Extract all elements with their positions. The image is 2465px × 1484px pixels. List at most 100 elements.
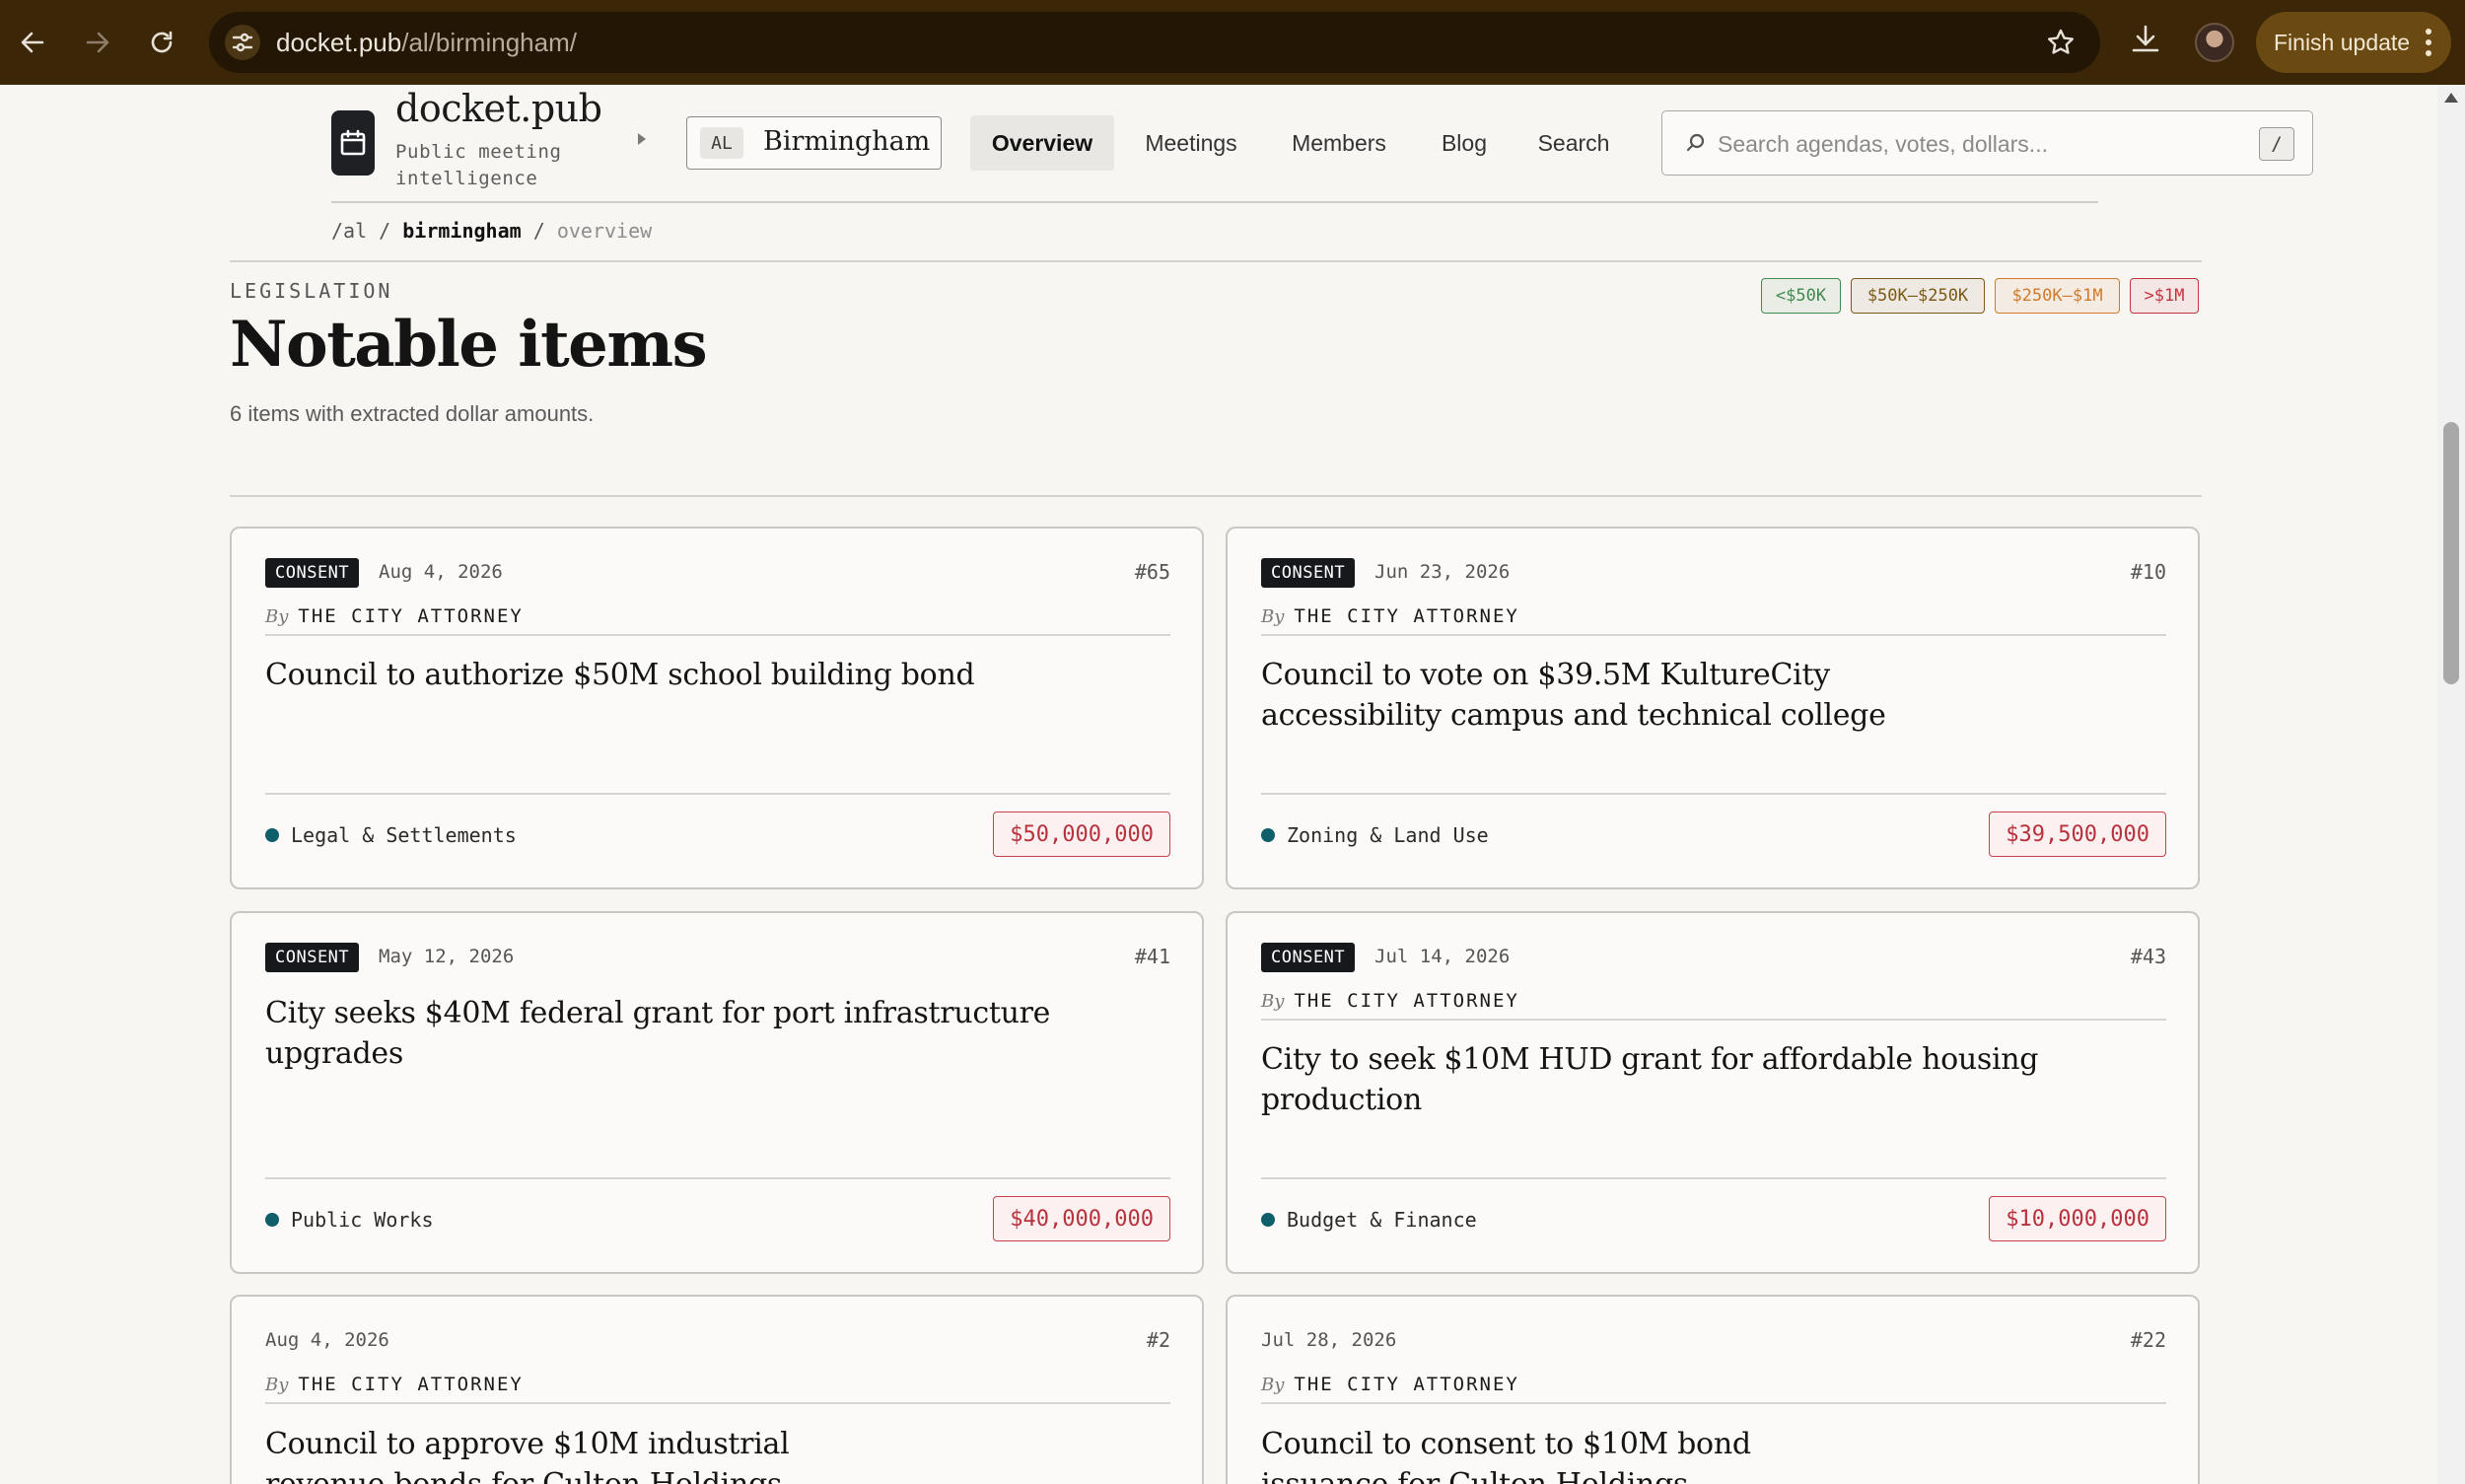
url-path: /al/birmingham/ — [401, 28, 577, 57]
item-date: Aug 4, 2026 — [265, 1329, 389, 1351]
item-date: May 12, 2026 — [379, 946, 515, 967]
section-divider — [230, 495, 2202, 497]
downloads-button[interactable] — [2128, 22, 2169, 63]
category-label: Public Works — [291, 1208, 434, 1232]
legend-over-1m: >$1M — [2130, 278, 2199, 314]
dollar-amount-badge: $39,500,000 — [1989, 812, 2166, 857]
nav-meetings[interactable]: Meetings — [1130, 115, 1252, 171]
caret-right-icon — [638, 133, 646, 145]
scroll-up-arrow-icon[interactable] — [2444, 93, 2458, 103]
item-title[interactable]: Council to vote on $39.5M KultureCity ac… — [1261, 655, 1912, 736]
url-host: docket.pub — [276, 28, 402, 57]
section-eyebrow: LEGISLATION — [230, 279, 393, 303]
calendar-icon — [340, 129, 366, 156]
card-footer-divider — [1261, 793, 2166, 795]
star-icon — [2048, 29, 2074, 54]
nav-overview[interactable]: Overview — [970, 115, 1114, 171]
search-input[interactable] — [1718, 125, 2230, 163]
byline-prefix: By — [1261, 1375, 1285, 1395]
search-box[interactable]: / — [1661, 110, 2313, 176]
item-title[interactable]: City to seek $10M HUD grant for affordab… — [1261, 1039, 2166, 1120]
brand-name[interactable]: docket.pub — [395, 87, 602, 130]
item-title[interactable]: Council to consent to $10M bond issuance… — [1261, 1424, 1872, 1484]
browser-toolbar: docket.pub/al/birmingham/ Finish update — [0, 0, 2465, 85]
consent-badge: CONSENT — [265, 558, 360, 588]
city-picker[interactable]: AL Birmingham — [686, 116, 942, 170]
address-bar[interactable]: docket.pub/al/birmingham/ — [209, 12, 2100, 73]
reload-button[interactable] — [141, 22, 182, 63]
legend-250k-1m: $250K–$1M — [1995, 278, 2120, 314]
item-date: Aug 4, 2026 — [379, 561, 503, 583]
item-card[interactable]: Aug 4, 2026 #2 By THE CITY ATTORNEY Counc… — [230, 1295, 1204, 1484]
item-category: Zoning & Land Use — [1261, 823, 1489, 847]
item-card[interactable]: Jul 28, 2026 #22 By THE CITY ATTORNEY Cou… — [1226, 1295, 2200, 1484]
item-byline: By THE CITY ATTORNEY — [1261, 990, 1519, 1012]
category-dot — [1261, 1213, 1275, 1227]
item-date: Jul 28, 2026 — [1261, 1329, 1397, 1351]
keyboard-shortcut-hint: / — [2259, 127, 2294, 161]
site-info-button[interactable] — [225, 25, 260, 60]
breadcrumb-state[interactable]: /al — [331, 219, 367, 243]
scrollbar-thumb[interactable] — [2443, 422, 2459, 684]
breadcrumb-city[interactable]: birmingham — [402, 219, 521, 243]
search-icon — [1684, 131, 1708, 155]
item-card[interactable]: CONSENT Jun 23, 2026 #10 By THE CITY ATTO… — [1226, 527, 2200, 889]
item-date: Jun 23, 2026 — [1374, 561, 1511, 583]
card-footer-divider — [265, 793, 1170, 795]
item-category: Public Works — [265, 1208, 434, 1232]
item-number: #2 — [1146, 1328, 1170, 1352]
nav-search[interactable]: Search — [1526, 115, 1621, 171]
item-byline: By THE CITY ATTORNEY — [265, 1374, 524, 1395]
category-label: Legal & Settlements — [291, 823, 517, 847]
city-name: Birmingham — [763, 126, 931, 157]
byline-sponsor: THE CITY ATTORNEY — [1294, 605, 1519, 627]
category-dot — [265, 1213, 279, 1227]
item-number: #43 — [2130, 945, 2166, 968]
byline-prefix: By — [265, 1375, 289, 1395]
item-card[interactable]: CONSENT May 12, 2026 #41 City seeks $40M… — [230, 911, 1204, 1274]
byline-prefix: By — [1261, 606, 1285, 627]
category-dot — [1261, 828, 1275, 842]
byline-sponsor: THE CITY ATTORNEY — [1294, 1374, 1519, 1395]
arrow-left-icon — [21, 32, 44, 53]
item-card[interactable]: CONSENT Jul 14, 2026 #43 By THE CITY ATTO… — [1226, 911, 2200, 1274]
item-category: Legal & Settlements — [265, 823, 517, 847]
byline-divider — [1261, 1402, 2166, 1404]
legend-under-50k: <$50K — [1761, 278, 1841, 314]
item-byline: By THE CITY ATTORNEY — [1261, 1374, 1519, 1395]
nav-blog[interactable]: Blog — [1426, 115, 1503, 171]
url-text[interactable]: docket.pub/al/birmingham/ — [276, 28, 577, 58]
section-subtitle: 6 items with extracted dollar amounts. — [230, 401, 595, 426]
nav-members[interactable]: Members — [1278, 115, 1400, 171]
item-byline: By THE CITY ATTORNEY — [265, 605, 524, 627]
byline-divider — [265, 634, 1170, 636]
category-label: Budget & Finance — [1287, 1208, 1477, 1232]
tune-icon — [232, 33, 253, 52]
forward-button[interactable] — [77, 22, 118, 63]
item-date: Jul 14, 2026 — [1374, 946, 1511, 967]
dollar-amount-badge: $50,000,000 — [993, 812, 1170, 857]
item-title[interactable]: Council to approve $10M industrial reven… — [265, 1424, 916, 1484]
back-button[interactable] — [12, 22, 53, 63]
byline-divider — [265, 1402, 1170, 1404]
item-number: #22 — [2130, 1328, 2166, 1352]
finish-update-button[interactable]: Finish update — [2256, 12, 2451, 73]
page-scrollbar[interactable] — [2437, 85, 2465, 1484]
item-title[interactable]: Council to authorize $50M school buildin… — [265, 655, 1170, 695]
byline-divider — [1261, 1019, 2166, 1021]
consent-badge: CONSENT — [265, 943, 360, 972]
arrow-right-icon — [86, 32, 109, 53]
item-number: #41 — [1134, 945, 1170, 968]
dollar-amount-badge: $40,000,000 — [993, 1196, 1170, 1241]
breadcrumb-divider — [230, 260, 2202, 262]
brand-logo[interactable] — [331, 110, 375, 176]
brand-tagline: Public meeting intelligence — [395, 141, 562, 189]
breadcrumb-separator: / — [532, 219, 545, 243]
item-card[interactable]: CONSENT Aug 4, 2026 #65 By THE CITY ATTOR… — [230, 527, 1204, 889]
item-title[interactable]: City seeks $40M federal grant for port i… — [265, 993, 1170, 1074]
header-divider — [331, 201, 2098, 203]
bookmark-button[interactable] — [2045, 27, 2077, 58]
profile-avatar[interactable] — [2195, 23, 2234, 62]
dollar-amount-badge: $10,000,000 — [1989, 1196, 2166, 1241]
byline-sponsor: THE CITY ATTORNEY — [298, 605, 524, 627]
